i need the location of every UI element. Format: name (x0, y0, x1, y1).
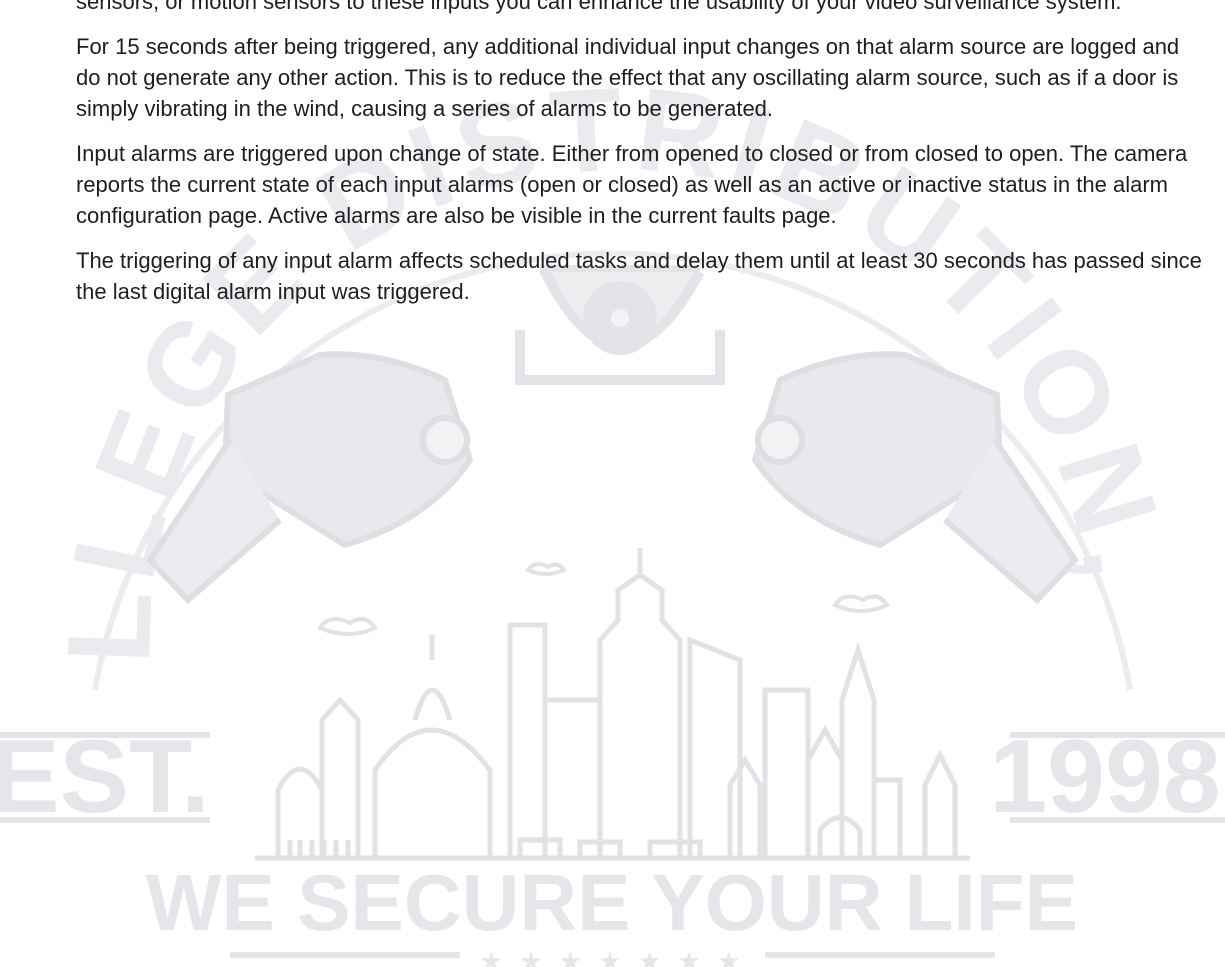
document-page: COLLEGE DISTRIBUTION, INC (0, 0, 1225, 967)
paragraph-scheduled-tasks: The triggering of any input alarm affect… (76, 248, 1202, 304)
watermark-slogan-text: WE SECURE YOUR LIFE (146, 858, 1078, 947)
city-skyline-icon (255, 548, 970, 861)
document-body: sensors, or motion sensors to these inpu… (76, 0, 1206, 321)
cloud-icon (316, 562, 890, 636)
paragraph-alarm-debounce: For 15 seconds after being triggered, an… (76, 34, 1180, 121)
watermark-est-text: EST. (0, 719, 210, 835)
watermark-year-text: 1998 (989, 719, 1220, 835)
paragraph-intro-continuation: sensors, or motion sensors to these inpu… (76, 0, 1122, 14)
watermark-stars: ★ ★ ★ ★ ★ ★ ★ (480, 947, 745, 967)
paragraph-input-alarm-state: Input alarms are triggered upon change o… (76, 141, 1188, 228)
